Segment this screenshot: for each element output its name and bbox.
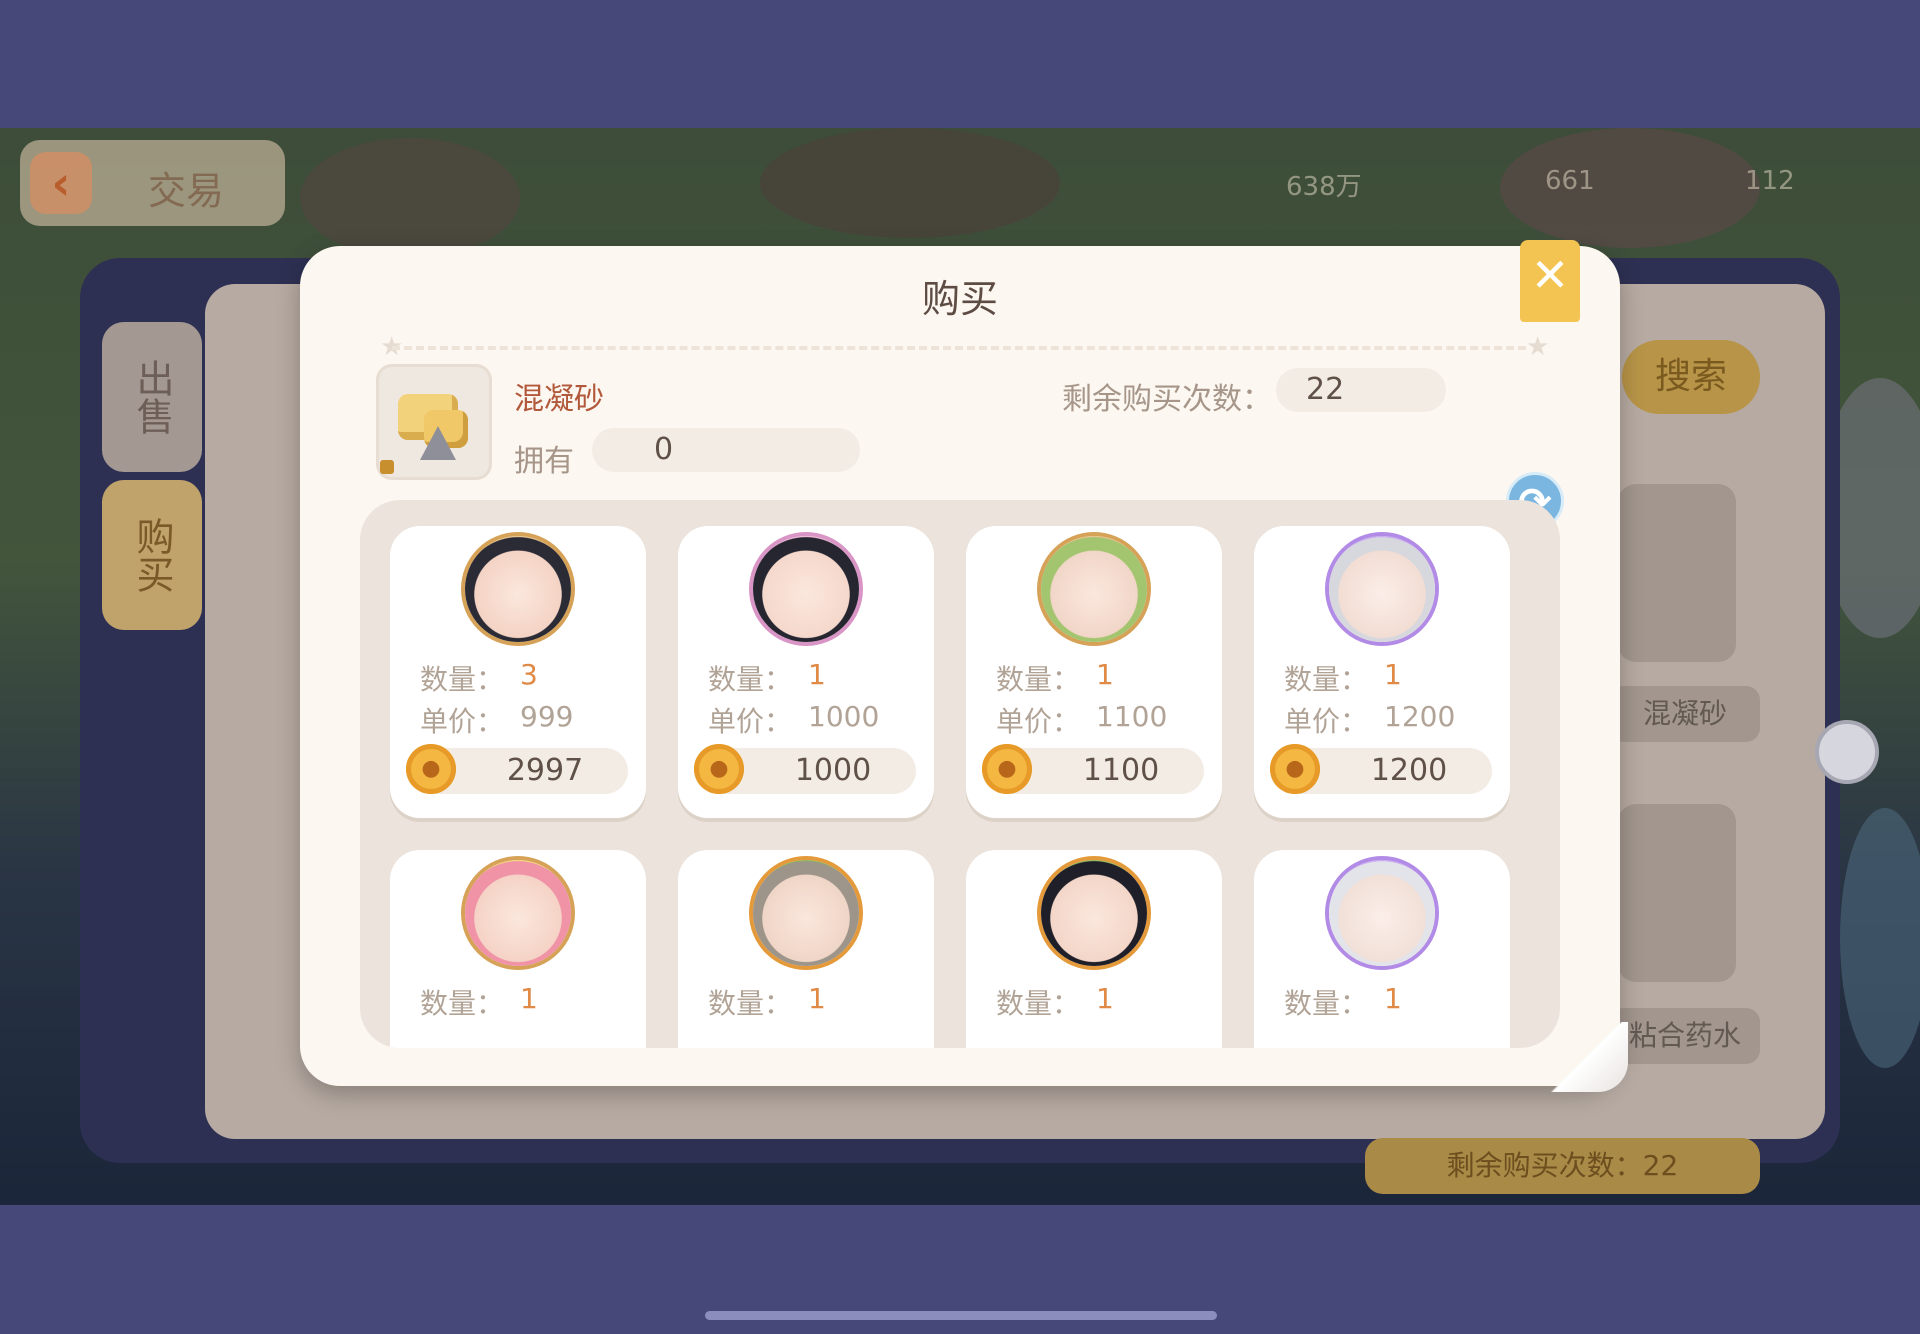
seller-avatar xyxy=(1041,536,1147,642)
qty-value: 1 xyxy=(808,982,826,1015)
price-label: 单价： xyxy=(708,705,793,738)
page-title: 交易 xyxy=(148,169,225,213)
qty-value: 3 xyxy=(520,658,538,691)
price-label: 单价： xyxy=(996,705,1081,738)
dialog-title: 购买 xyxy=(921,277,998,321)
seller-avatar xyxy=(465,860,571,966)
own-count: 0 xyxy=(592,428,860,472)
total-price: 1100 xyxy=(1082,753,1160,788)
listing-card[interactable]: 数量： 1 xyxy=(966,850,1222,1048)
tab-buy[interactable]: 购买 xyxy=(102,480,202,630)
qty-value: 1 xyxy=(520,982,538,1015)
qty-value: 1 xyxy=(808,658,826,691)
listing-card[interactable]: 数量： 1 xyxy=(390,850,646,1048)
listing-card[interactable]: 数量： 1 单价： 1100 ● 1100 xyxy=(966,526,1222,818)
resource-count-b: 661 xyxy=(1545,166,1595,196)
page-curl-decoration xyxy=(1548,1022,1628,1092)
top-band xyxy=(0,0,1920,128)
seller-avatar xyxy=(753,536,859,642)
qty-label: 数量： xyxy=(1284,663,1369,696)
listing-card[interactable]: 数量： 1 xyxy=(678,850,934,1048)
price-label: 单价： xyxy=(1284,705,1369,738)
total-price: 1200 xyxy=(1370,753,1448,788)
star-icon: ★ xyxy=(1526,332,1550,362)
seller-avatar xyxy=(1041,860,1147,966)
total-price-pill[interactable]: ● 2997 xyxy=(406,744,628,794)
listing-card[interactable]: 数量： 3 单价： 999 ● 2997 xyxy=(390,526,646,818)
listing-card[interactable]: 数量： 1 xyxy=(1254,850,1510,1048)
seller-avatar xyxy=(1329,536,1435,642)
own-label: 拥有 xyxy=(514,444,574,479)
price-value: 1200 xyxy=(1384,700,1456,733)
seller-avatar xyxy=(465,536,571,642)
item-name: 混凝砂 xyxy=(514,382,604,417)
price-value: 1100 xyxy=(1096,700,1168,733)
listing-grid[interactable]: 数量： 3 单价： 999 ● 2997 数量： 1 单价： 1000 ● 10… xyxy=(360,500,1560,1048)
qty-label: 数量： xyxy=(996,663,1081,696)
resource-count-c: 112 xyxy=(1745,166,1795,196)
side-item-card[interactable] xyxy=(1618,804,1736,982)
price-label: 单价： xyxy=(420,705,505,738)
qty-label: 数量： xyxy=(708,663,793,696)
rarity-star-icon xyxy=(380,460,394,474)
qty-label: 数量： xyxy=(708,987,793,1020)
listing-card[interactable]: 数量： 1 单价： 1000 ● 1000 xyxy=(678,526,934,818)
total-price-pill[interactable]: ● 1100 xyxy=(982,744,1204,794)
side-item-label: 粘合药水 xyxy=(1610,1008,1760,1064)
remaining-count: 22 xyxy=(1276,368,1446,412)
price-value: 999 xyxy=(520,700,574,733)
seller-avatar xyxy=(753,860,859,966)
total-price: 2997 xyxy=(506,753,584,788)
qty-label: 数量： xyxy=(996,987,1081,1020)
divider xyxy=(392,346,1526,350)
coin-balance: 638万 xyxy=(1286,172,1362,202)
qty-value: 1 xyxy=(1096,658,1114,691)
coin-icon: ● xyxy=(694,744,744,794)
qty-value: 1 xyxy=(1096,982,1114,1015)
seller-avatar xyxy=(1329,860,1435,966)
remaining-purchases-bg: 剩余购买次数：22 xyxy=(1365,1138,1760,1194)
qty-value: 1 xyxy=(1384,982,1402,1015)
side-item-label: 混凝砂 xyxy=(1610,686,1760,742)
close-icon[interactable]: ✕ xyxy=(1520,240,1580,322)
sand-pile-icon xyxy=(420,426,456,460)
total-price: 1000 xyxy=(794,753,872,788)
search-button[interactable]: 搜索 xyxy=(1622,340,1760,414)
floating-assist-button[interactable] xyxy=(1815,720,1879,784)
listing-card[interactable]: 数量： 1 单价： 1200 ● 1200 xyxy=(1254,526,1510,818)
total-price-pill[interactable]: ● 1000 xyxy=(694,744,916,794)
coin-icon: ● xyxy=(982,744,1032,794)
qty-value: 1 xyxy=(1384,658,1402,691)
qty-label: 数量： xyxy=(420,987,505,1020)
price-value: 1000 xyxy=(808,700,880,733)
side-item-card[interactable] xyxy=(1618,484,1736,662)
remaining-label: 剩余购买次数： xyxy=(1062,382,1272,417)
qty-label: 数量： xyxy=(420,663,505,696)
coin-icon: ● xyxy=(406,744,456,794)
coin-icon: ● xyxy=(1270,744,1320,794)
item-thumbnail xyxy=(376,364,492,480)
total-price-pill[interactable]: ● 1200 xyxy=(1270,744,1492,794)
back-arrow-icon[interactable]: ‹ xyxy=(30,152,92,214)
home-indicator[interactable] xyxy=(705,1311,1217,1320)
buy-dialog: 购买 ✕ ★ ★ 混凝砂 拥有 0 剩余购买次数： 22 ⟳ 数量： 3 单价：… xyxy=(300,240,1628,1092)
qty-label: 数量： xyxy=(1284,987,1369,1020)
tab-sell[interactable]: 出售 xyxy=(102,322,202,472)
